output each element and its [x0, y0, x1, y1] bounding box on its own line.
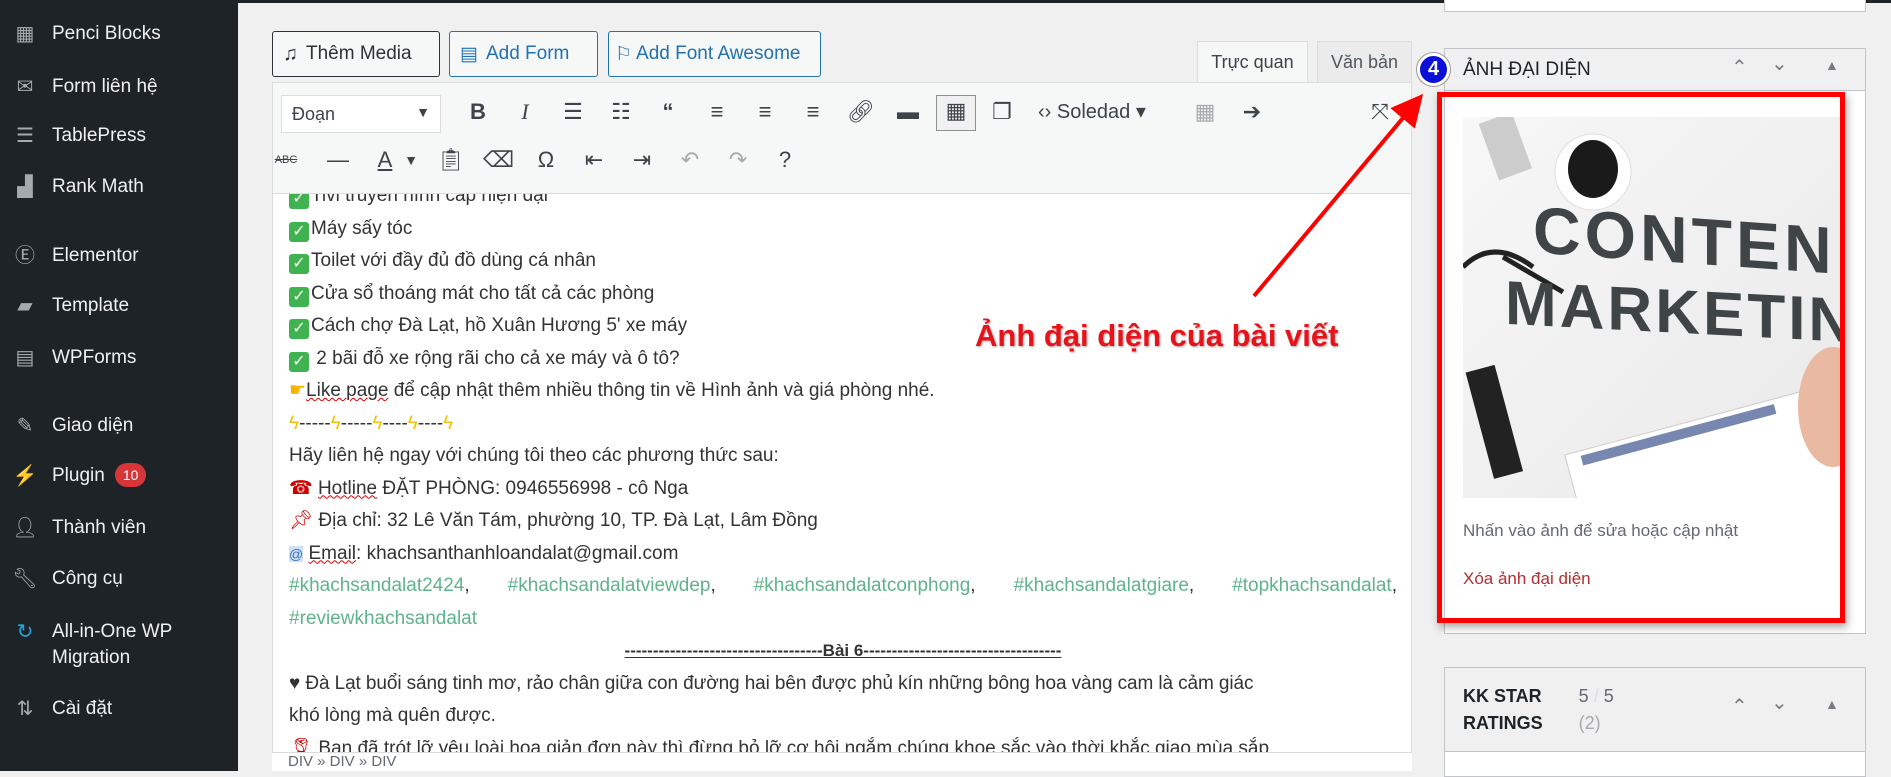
annotation-arrow	[1252, 93, 1424, 298]
annotation-label: Ảnh đại diện của bài viết	[975, 318, 1339, 353]
arrow-line	[1252, 93, 1424, 298]
